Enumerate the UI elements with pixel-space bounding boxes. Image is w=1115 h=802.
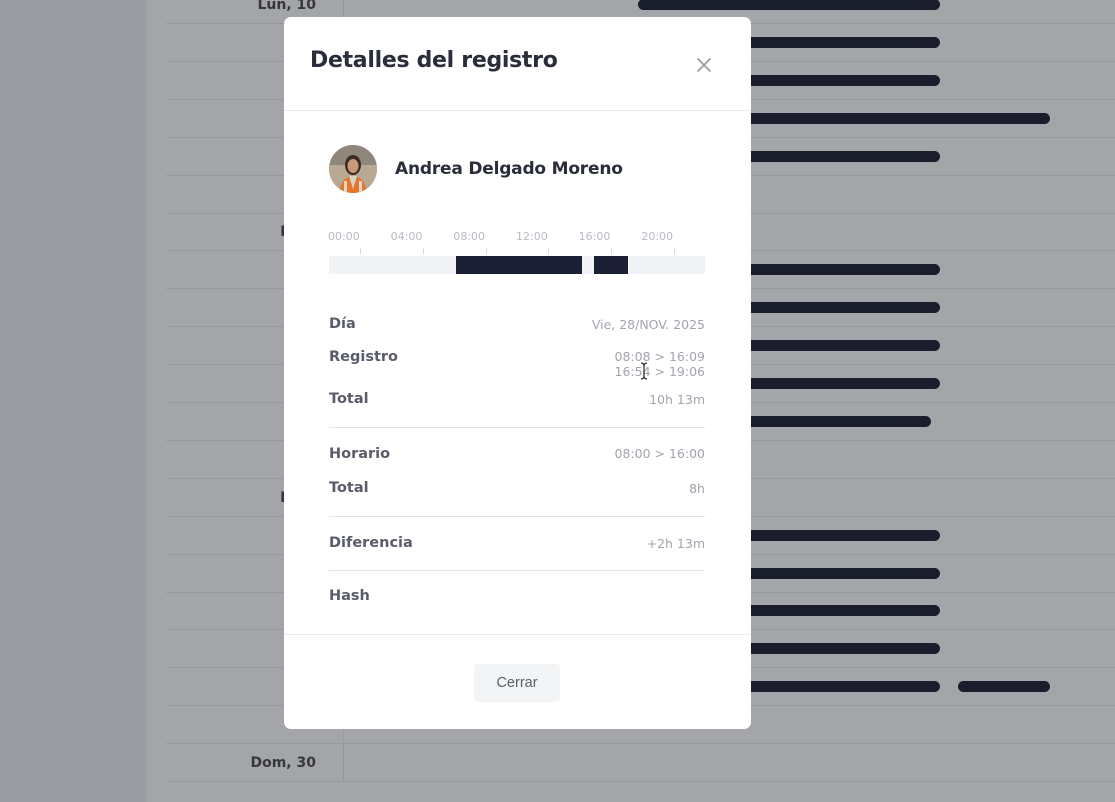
employee-info: Andrea Delgado Moreno <box>329 145 623 193</box>
timeline-tick-label: 00:00 <box>328 230 360 243</box>
time-timeline: 00:00 04:00 08:00 12:00 16:00 20:00 <box>328 230 705 276</box>
background-time-bar <box>958 681 1050 693</box>
horario-label: Horario <box>329 446 391 462</box>
dia-label: Día <box>329 316 356 332</box>
timeline-tick-label: 16:00 <box>578 230 611 243</box>
cerrar-button[interactable]: Cerrar <box>474 664 560 702</box>
employee-name: Andrea Delgado Moreno <box>395 159 623 179</box>
divider <box>329 427 705 428</box>
detail-row-diferencia: Diferencia +2h 13m <box>329 535 705 555</box>
timeline-minor-tick <box>673 248 675 254</box>
diferencia-label: Diferencia <box>329 535 413 551</box>
timeline-tick-label: 20:00 <box>641 230 674 243</box>
timeline-tick-label: 08:00 <box>453 230 486 243</box>
detail-row-total: Total 10h 13m <box>329 391 705 411</box>
hash-label: Hash <box>329 588 370 604</box>
timeline-tick-label: 04:00 <box>390 230 423 243</box>
diferencia-value: +2h 13m <box>646 536 705 551</box>
total-label: Total <box>329 391 369 407</box>
divider <box>329 516 705 517</box>
timeline-tick-label: 12:00 <box>516 230 548 243</box>
timeline-minor-tick <box>360 248 362 254</box>
detail-row-horario-total: Total 8h <box>329 480 705 500</box>
background-row: Dom, 30 <box>166 744 1115 782</box>
timeline-minor-tick <box>485 248 487 254</box>
close-icon-graphic <box>697 58 711 72</box>
dia-value: Vie, 28/NOV. 2025 <box>591 317 705 332</box>
registro-label: Registro <box>329 349 399 365</box>
registro-value-1: 08:08 > 16:09 <box>614 349 705 364</box>
horario-total-value: 8h <box>689 481 705 496</box>
divider <box>329 570 705 571</box>
detail-row-hash: Hash <box>329 588 705 608</box>
timeline-worked-segment <box>456 256 583 274</box>
modal-title: Detalles del registro <box>310 48 558 73</box>
background-sidebar <box>0 0 147 802</box>
detail-row-dia: Día Vie, 28/NOV. 2025 <box>329 316 705 336</box>
background-time-bar <box>638 0 940 10</box>
total-value: 10h 13m <box>649 392 705 407</box>
detail-row-horario: Horario 08:00 > 16:00 <box>329 446 705 466</box>
close-icon[interactable] <box>690 51 718 79</box>
horario-total-label: Total <box>329 480 369 496</box>
timeline-worked-segment <box>593 256 629 274</box>
avatar <box>329 145 377 193</box>
record-details-modal: Detalles del registro Andrea Delgado Mor… <box>284 17 751 729</box>
timeline-minor-tick <box>423 248 424 254</box>
avatar-photo <box>329 145 377 193</box>
background-row-label: Dom, 30 <box>250 755 316 771</box>
text-cursor-icon <box>640 362 648 380</box>
registro-value-2: 16:54 > 19:06 <box>614 364 705 379</box>
horario-value: 08:00 > 16:00 <box>614 446 705 461</box>
modal-footer: Cerrar <box>284 634 751 729</box>
timeline-minor-tick <box>611 248 612 254</box>
modal-header: Detalles del registro <box>284 17 751 111</box>
timeline-minor-tick <box>548 248 550 254</box>
